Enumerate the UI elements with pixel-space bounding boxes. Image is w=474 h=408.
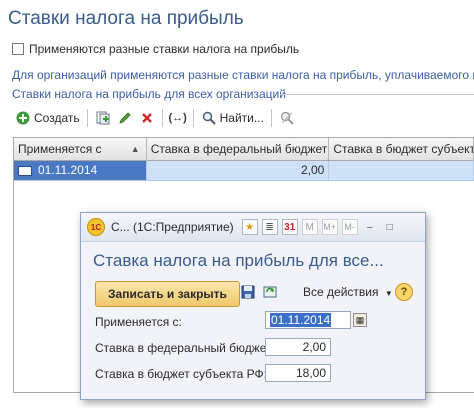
column-header-label: Применяется с xyxy=(18,142,102,156)
federal-rate-label: Ставка в федеральный бюджет: xyxy=(95,341,275,355)
group-divider xyxy=(280,94,474,95)
dialog-window-title: С... (1С:Предприятие) xyxy=(111,220,234,234)
cell-date-value: 01.11.2014 xyxy=(38,163,98,177)
different-rates-checkbox-row[interactable]: Применяются разные ставки налога на приб… xyxy=(12,41,299,57)
memory-minus-icon[interactable]: M- xyxy=(341,219,358,235)
refresh-icon[interactable] xyxy=(261,283,279,301)
different-rates-checkbox-label: Применяются разные ставки налога на приб… xyxy=(29,42,300,56)
federal-rate-field[interactable]: 2,00 xyxy=(265,338,331,356)
memory-plus-icon[interactable]: M+ xyxy=(321,219,338,235)
save-and-close-button[interactable]: Записать и закрыть xyxy=(95,281,240,307)
toolbar-separator xyxy=(86,109,88,127)
chevron-down-icon: ▼ xyxy=(384,289,393,298)
add-icon xyxy=(15,110,31,126)
date-field-value: 01.11.2014 xyxy=(270,313,332,327)
table-header: Применяется с ▲ Ставка в федеральный бюд… xyxy=(14,138,474,161)
star-icon[interactable]: ★ xyxy=(241,219,258,235)
all-actions-menu[interactable]: Все действия ▼ xyxy=(303,285,393,299)
calendar-icon[interactable]: 31 xyxy=(281,219,298,235)
dialog-heading: Ставка налога на прибыль для все... xyxy=(93,251,384,270)
date-field[interactable]: 01.11.2014 xyxy=(265,311,351,329)
list-toolbar: Создать (↔) Найти... xyxy=(12,107,298,129)
cell-federal[interactable]: 2,00 xyxy=(147,161,330,180)
table-row[interactable]: 01.11.2014 2,00 xyxy=(14,161,474,181)
delete-button[interactable] xyxy=(136,107,158,129)
column-header-label: Ставка в бюджет субъекта xyxy=(333,142,474,156)
cell-date[interactable]: 01.11.2014 xyxy=(14,161,147,180)
1c-logo-icon: 1С xyxy=(87,218,105,236)
dialog-titlebar[interactable]: 1С С... (1С:Предприятие) ★ ≣ 31 M M+ M- … xyxy=(81,213,425,242)
list-icon[interactable]: ≣ xyxy=(261,219,278,235)
toolbar-separator xyxy=(270,109,272,127)
find-button[interactable]: Найти... xyxy=(198,107,267,129)
page-title: Ставки налога на прибыль xyxy=(8,8,244,29)
all-actions-label: Все действия xyxy=(303,285,379,299)
cancel-search-button[interactable] xyxy=(276,107,298,129)
column-header-date[interactable]: Применяется с ▲ xyxy=(14,138,147,160)
search-icon xyxy=(201,110,217,126)
interval-icon: (↔) xyxy=(168,112,187,124)
maximize-icon[interactable]: □ xyxy=(382,219,398,235)
toolbar-separator xyxy=(161,109,163,127)
different-rates-checkbox[interactable] xyxy=(12,43,24,55)
create-button[interactable]: Создать xyxy=(12,107,83,129)
find-button-label: Найти... xyxy=(219,111,264,125)
delete-icon xyxy=(139,110,155,126)
minimize-icon[interactable]: – xyxy=(362,219,378,235)
pencil-icon xyxy=(117,110,133,126)
memory-m-icon[interactable]: M xyxy=(301,219,318,235)
column-header-subject[interactable]: Ставка в бюджет субъекта xyxy=(329,138,474,160)
rate-dialog-window: 1С С... (1С:Предприятие) ★ ≣ 31 M M+ M- … xyxy=(80,212,426,400)
copy-button[interactable] xyxy=(92,107,114,129)
help-icon[interactable]: ? xyxy=(395,283,413,301)
cell-subject[interactable] xyxy=(329,161,474,180)
column-header-federal[interactable]: Ставка в федеральный бюджет xyxy=(147,138,330,160)
subject-rate-label: Ставка в бюджет субъекта РФ: xyxy=(95,367,267,381)
info-text: Для организаций применяются разные ставк… xyxy=(12,68,474,82)
record-icon xyxy=(18,165,32,176)
edit-button[interactable] xyxy=(114,107,136,129)
group-title: Ставки налога на прибыль для всех органи… xyxy=(12,87,286,101)
copy-icon xyxy=(95,110,111,126)
change-period-button[interactable]: (↔) xyxy=(167,107,189,129)
date-field-label: Применяется с: xyxy=(95,315,182,329)
create-button-label: Создать xyxy=(34,111,80,125)
column-header-label: Ставка в федеральный бюджет xyxy=(150,142,328,156)
toolbar-separator xyxy=(192,109,194,127)
sort-ascending-icon: ▲ xyxy=(130,144,140,154)
save-icon[interactable] xyxy=(239,283,257,301)
subject-rate-field[interactable]: 18,00 xyxy=(265,364,331,382)
calendar-picker-icon[interactable]: ▦ xyxy=(353,313,367,327)
cancel-search-icon xyxy=(279,110,295,126)
